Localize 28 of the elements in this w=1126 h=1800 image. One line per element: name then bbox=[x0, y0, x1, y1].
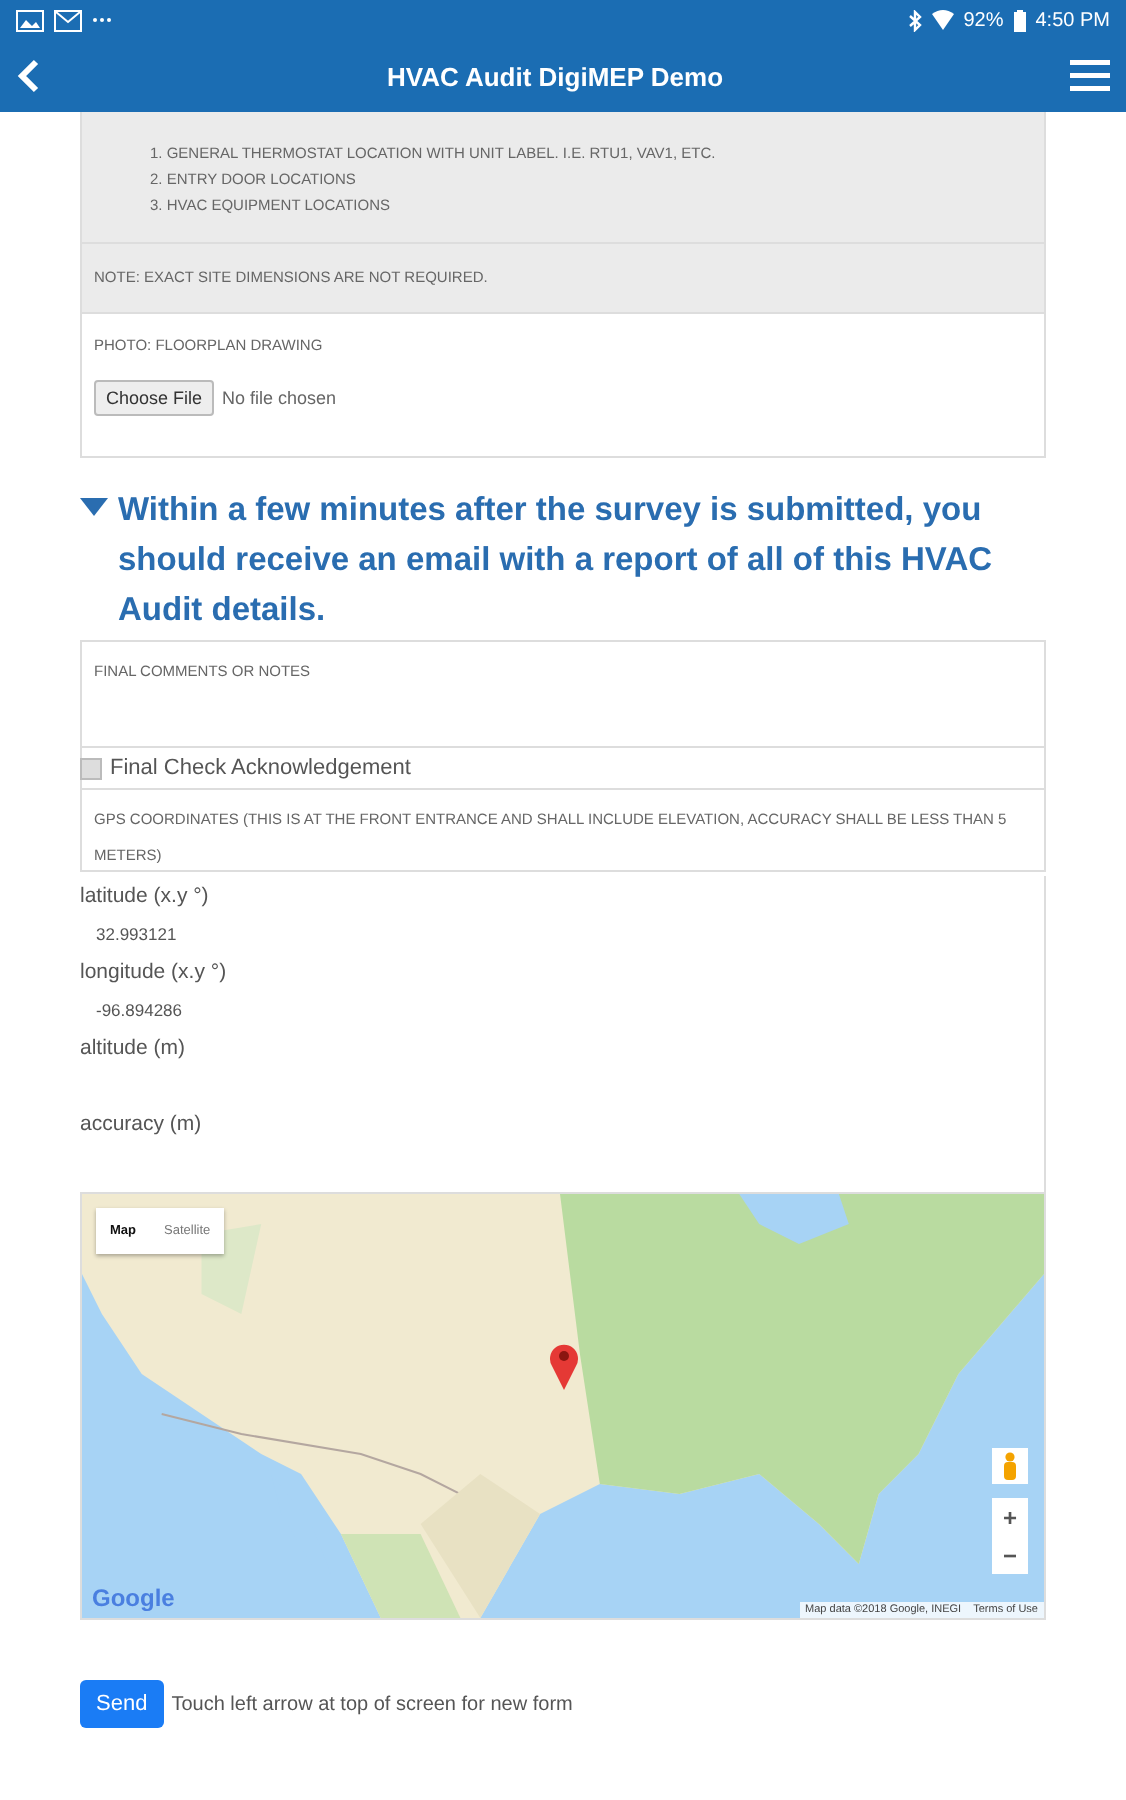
battery-icon bbox=[1013, 9, 1026, 31]
send-button[interactable]: Send bbox=[80, 1680, 164, 1728]
field-value[interactable]: -96.894286 bbox=[80, 992, 183, 1028]
checkbox-label: Final Check Acknowledgement bbox=[110, 756, 411, 780]
mail-icon bbox=[54, 9, 82, 31]
back-icon[interactable] bbox=[16, 58, 40, 94]
notice-text: Within a few minutes after the survey is submitted, you should receive an email with a report of all of this HVAC Audit details. bbox=[118, 490, 995, 632]
more-icon bbox=[92, 16, 112, 24]
file-status: No file chosen bbox=[222, 388, 337, 408]
bluetooth-icon bbox=[907, 9, 922, 31]
field-label: latitude (x.y °) bbox=[80, 882, 211, 912]
collapse-icon[interactable] bbox=[80, 498, 108, 518]
map-logo: Google bbox=[92, 1584, 175, 1612]
field-value[interactable]: 32.993121 bbox=[80, 916, 177, 952]
choose-file-button[interactable]: Choose File bbox=[94, 380, 215, 416]
person-icon bbox=[1002, 1452, 1018, 1480]
field-label: longitude (x.y °) bbox=[80, 958, 229, 988]
battery-percentage: 92% bbox=[963, 9, 1004, 31]
field-label: altitude (m) bbox=[80, 1034, 188, 1064]
footer-hint: Touch left arrow at top of screen for new form bbox=[171, 1693, 573, 1715]
map-pin-icon[interactable] bbox=[548, 1342, 580, 1390]
checkbox[interactable] bbox=[80, 757, 102, 779]
menu-icon[interactable] bbox=[1069, 60, 1110, 92]
wifi-icon bbox=[931, 10, 954, 30]
field-label: accuracy (m) bbox=[80, 1110, 204, 1140]
status-time: 4:50 PM bbox=[1035, 9, 1110, 31]
image-icon bbox=[16, 9, 44, 31]
app-title: HVAC Audit DigiMEP Demo bbox=[386, 61, 724, 91]
